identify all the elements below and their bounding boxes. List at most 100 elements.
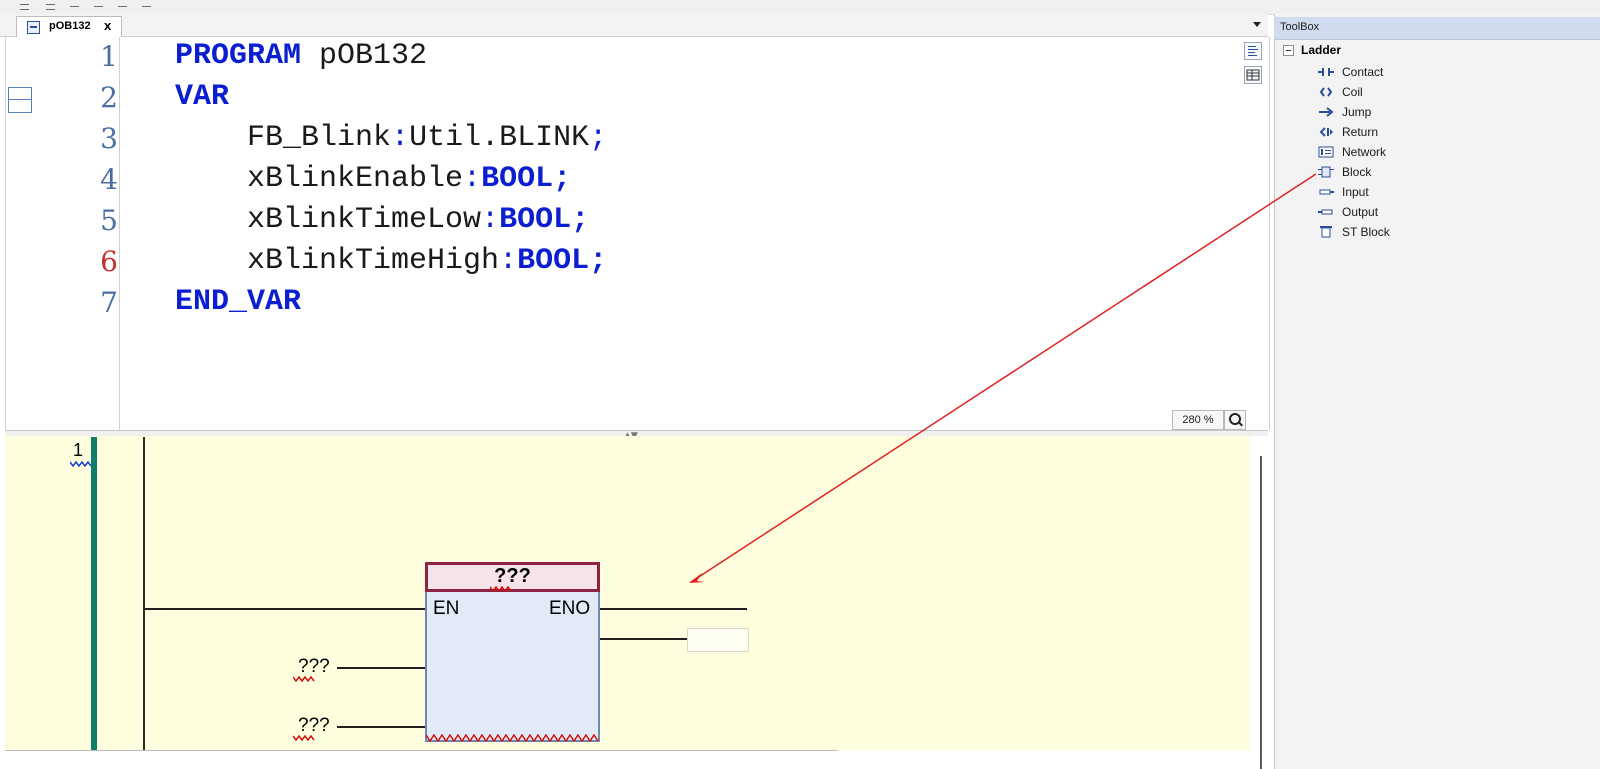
output-variable-box[interactable] xyxy=(687,628,749,652)
error-squiggle xyxy=(70,461,92,467)
toolbar-icon-3[interactable] xyxy=(68,1,81,11)
eno-wire xyxy=(600,608,747,610)
code-type: BOOL xyxy=(517,244,590,278)
zoom-icon[interactable] xyxy=(1224,410,1246,430)
code-type: BOOL xyxy=(481,162,554,196)
jump-icon xyxy=(1319,107,1334,117)
code-colon: : xyxy=(499,244,518,278)
code-line-5[interactable]: xBlinkTimeLow:BOOL; xyxy=(175,203,589,237)
network-icon xyxy=(1318,146,1334,158)
toolbox-item-output[interactable]: Output xyxy=(1318,203,1578,221)
toolbar-icon-5[interactable] xyxy=(116,1,129,11)
code-line-3[interactable]: FB_Blink:Util.BLINK; xyxy=(175,121,607,155)
toolbox-item-label: Contact xyxy=(1342,65,1384,79)
toolbox-item-block[interactable]: Block xyxy=(1318,163,1578,181)
block-input-1[interactable]: ??? xyxy=(298,656,330,678)
return-icon xyxy=(1319,127,1333,137)
code-line-1[interactable]: PROGRAM pOB132 xyxy=(175,39,427,73)
code-keyword: PROGRAM xyxy=(175,39,302,73)
line-number: 7 xyxy=(100,286,118,319)
toolbox-item-st-block[interactable]: ST Block xyxy=(1318,223,1578,241)
ladder-program-icon xyxy=(27,21,40,34)
block-pin-eno: ENO xyxy=(549,598,591,619)
network-number: 1 xyxy=(73,440,84,460)
tab-label: pOB132 xyxy=(49,20,91,32)
collapse-icon[interactable] xyxy=(1283,45,1294,56)
line-number: 4 xyxy=(100,163,118,196)
top-toolbar xyxy=(0,0,1600,15)
contact-icon xyxy=(1318,68,1334,76)
toolbox-item-contact[interactable]: Contact xyxy=(1318,63,1578,81)
en-wire xyxy=(145,608,425,610)
tabular-view-icon[interactable] xyxy=(1244,66,1262,84)
left-power-rail xyxy=(143,437,145,750)
tab-pob132[interactable]: pOB132 x xyxy=(16,16,122,37)
input-wire-2 xyxy=(337,726,425,728)
block-pin-en: EN xyxy=(433,598,460,619)
block-icon xyxy=(1318,166,1334,178)
code-identifier: FB_Blink xyxy=(175,121,392,155)
toolbox-title: ToolBox xyxy=(1280,21,1320,33)
toolbox-item-coil[interactable]: Coil xyxy=(1318,83,1578,101)
line-number: 5 xyxy=(100,204,118,237)
tab-list-dropdown-icon[interactable] xyxy=(1253,22,1261,27)
line-number: 3 xyxy=(100,122,118,155)
toolbox-item-return[interactable]: Return xyxy=(1318,123,1578,141)
st-block-icon xyxy=(1320,226,1332,238)
output-wire xyxy=(600,638,687,640)
line-number: 2 xyxy=(100,81,118,114)
code-semicolon: ; xyxy=(589,244,608,278)
code-keyword: END_VAR xyxy=(175,285,302,319)
toolbox-item-label: Input xyxy=(1342,185,1369,199)
toolbar-icon-4[interactable] xyxy=(92,1,105,11)
zoom-level[interactable]: 280 % xyxy=(1172,410,1224,430)
toolbox-item-jump[interactable]: Jump xyxy=(1318,103,1578,121)
input-wire-1 xyxy=(337,667,425,669)
output-icon xyxy=(1318,209,1333,215)
close-tab-icon[interactable]: x xyxy=(104,18,111,33)
network-marker[interactable] xyxy=(91,437,97,750)
toolbox-header xyxy=(1274,17,1600,40)
code-identifier: pOB132 xyxy=(301,39,428,73)
code-line-4[interactable]: xBlinkEnable:BOOL; xyxy=(175,162,571,196)
ladder-editor[interactable] xyxy=(5,436,1250,750)
code-semicolon: ; xyxy=(571,203,590,237)
editor-tab-strip xyxy=(0,14,1268,37)
toolbox-category-ladder[interactable]: Ladder xyxy=(1301,43,1341,57)
ladder-horizontal-scrollbar[interactable] xyxy=(5,750,1250,769)
error-squiggle xyxy=(490,586,512,592)
gutter-separator xyxy=(119,37,120,430)
fold-collapse-icon[interactable] xyxy=(8,87,32,113)
coil-icon xyxy=(1319,87,1333,97)
input-icon xyxy=(1319,189,1334,195)
code-line-6[interactable]: xBlinkTimeHigh:BOOL; xyxy=(175,244,607,278)
code-line-2[interactable]: VAR xyxy=(175,80,229,114)
ladder-vertical-scrollbar[interactable] xyxy=(1250,436,1268,769)
code-identifier: xBlinkTimeHigh xyxy=(175,244,500,278)
toolbox-item-input[interactable]: Input xyxy=(1318,183,1578,201)
toolbox-item-label: Output xyxy=(1342,205,1379,219)
line-number: 1 xyxy=(100,40,118,73)
toolbox-item-network[interactable]: Network xyxy=(1318,143,1578,161)
code-colon: : xyxy=(463,162,482,196)
toolbox-item-label: Network xyxy=(1342,145,1387,159)
code-semicolon: ; xyxy=(589,121,608,155)
toolbar-icon-2[interactable] xyxy=(44,1,57,11)
toolbox-item-label: Block xyxy=(1342,165,1372,179)
toolbar-icon-6[interactable] xyxy=(140,1,153,11)
block-input-2[interactable]: ??? xyxy=(298,715,330,737)
code-keyword: VAR xyxy=(175,80,230,114)
code-semicolon: ; xyxy=(553,162,572,196)
textual-view-icon[interactable] xyxy=(1244,42,1262,60)
function-block-title[interactable]: ??? xyxy=(425,565,600,588)
code-identifier: xBlinkTimeLow xyxy=(175,203,482,237)
error-squiggle xyxy=(426,734,599,742)
toolbox-item-label: Jump xyxy=(1342,105,1372,119)
toolbox-item-label: Return xyxy=(1342,125,1379,139)
error-squiggle xyxy=(293,676,315,682)
code-line-7[interactable]: END_VAR xyxy=(175,285,301,319)
code-colon: : xyxy=(481,203,500,237)
code-type: BOOL xyxy=(499,203,572,237)
toolbar-icon-1[interactable] xyxy=(18,1,31,11)
line-number-current: 6 xyxy=(100,245,118,278)
